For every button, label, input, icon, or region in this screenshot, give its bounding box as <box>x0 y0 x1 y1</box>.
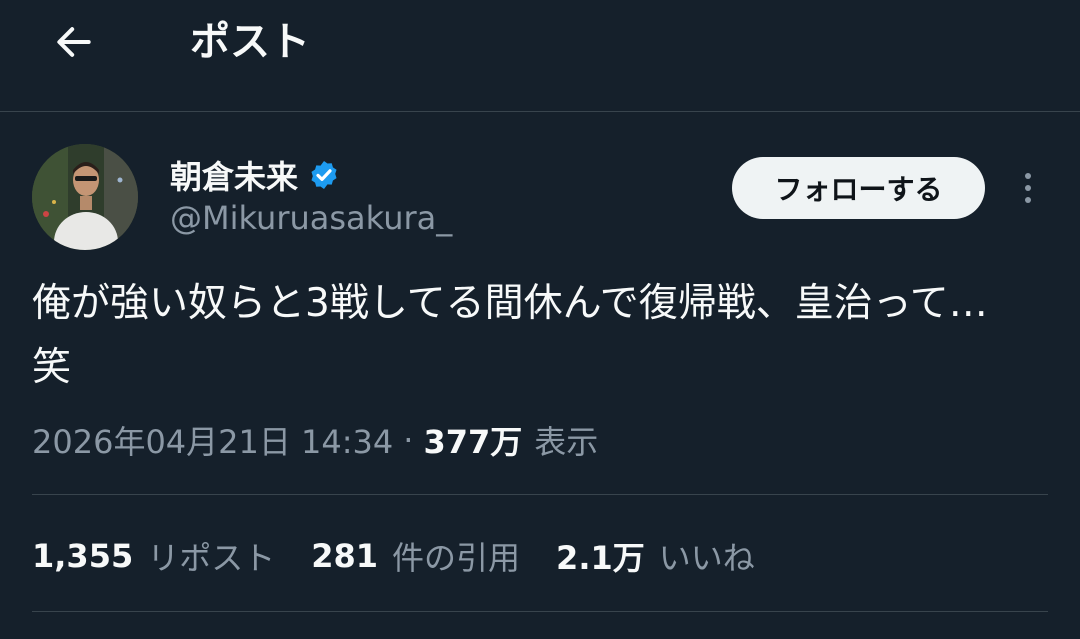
post-text-line: 笑 <box>32 345 72 390</box>
more-dot <box>1025 173 1031 179</box>
post-timestamp[interactable]: 2026年04月21日 14:34 <box>32 417 393 463</box>
back-button[interactable] <box>44 12 104 72</box>
avatar[interactable] <box>32 144 138 250</box>
top-app-bar: ポスト <box>0 0 1080 112</box>
views-label: 表示 <box>534 423 599 461</box>
more-dot <box>1025 185 1031 191</box>
likes-label: いいね <box>658 539 755 577</box>
page-title: ポスト <box>190 19 310 65</box>
verified-badge-icon <box>308 159 340 191</box>
post-meta: 2026年04月21日 14:34 · 377万 表示 <box>32 414 598 466</box>
divider <box>32 611 1048 612</box>
likes-stat[interactable]: 2.1万 いいね <box>556 533 755 579</box>
likes-count: 2.1万 <box>556 539 645 577</box>
arrow-left-icon <box>57 27 91 57</box>
reposts-stat[interactable]: 1,355 リポスト <box>32 533 275 579</box>
user-handle[interactable]: @Mikuruasakura_ <box>170 198 452 238</box>
reposts-label: リポスト <box>147 539 276 577</box>
post-text: 俺が強い奴らと3戦してる間休んで復帰戦、皇治って… 笑 <box>32 272 1052 400</box>
post-text-line: 俺が強い奴らと3戦してる間休んで復帰戦、皇治って… <box>32 281 988 326</box>
divider <box>32 494 1048 495</box>
author-name-row[interactable]: 朝倉未来 <box>170 150 340 200</box>
reposts-count: 1,355 <box>32 537 134 575</box>
quotes-stat[interactable]: 281 件の引用 <box>311 533 520 579</box>
quotes-count: 281 <box>311 537 379 575</box>
more-vertical-icon[interactable] <box>1008 164 1048 212</box>
meta-separator: · <box>403 421 414 459</box>
views-count[interactable]: 377万 <box>423 417 522 463</box>
display-name[interactable]: 朝倉未来 <box>170 152 298 198</box>
avatar-photo <box>32 144 138 250</box>
quotes-label: 件の引用 <box>392 539 521 577</box>
follow-button[interactable]: フォローする <box>732 157 985 219</box>
post-detail-page: ポスト 朝倉未来 @Mikuruasakura_ フォローする 俺が強い奴らと3… <box>0 0 1080 639</box>
engagement-stats: 1,355 リポスト 281 件の引用 2.1万 いいね <box>32 530 791 582</box>
more-dot <box>1025 197 1031 203</box>
